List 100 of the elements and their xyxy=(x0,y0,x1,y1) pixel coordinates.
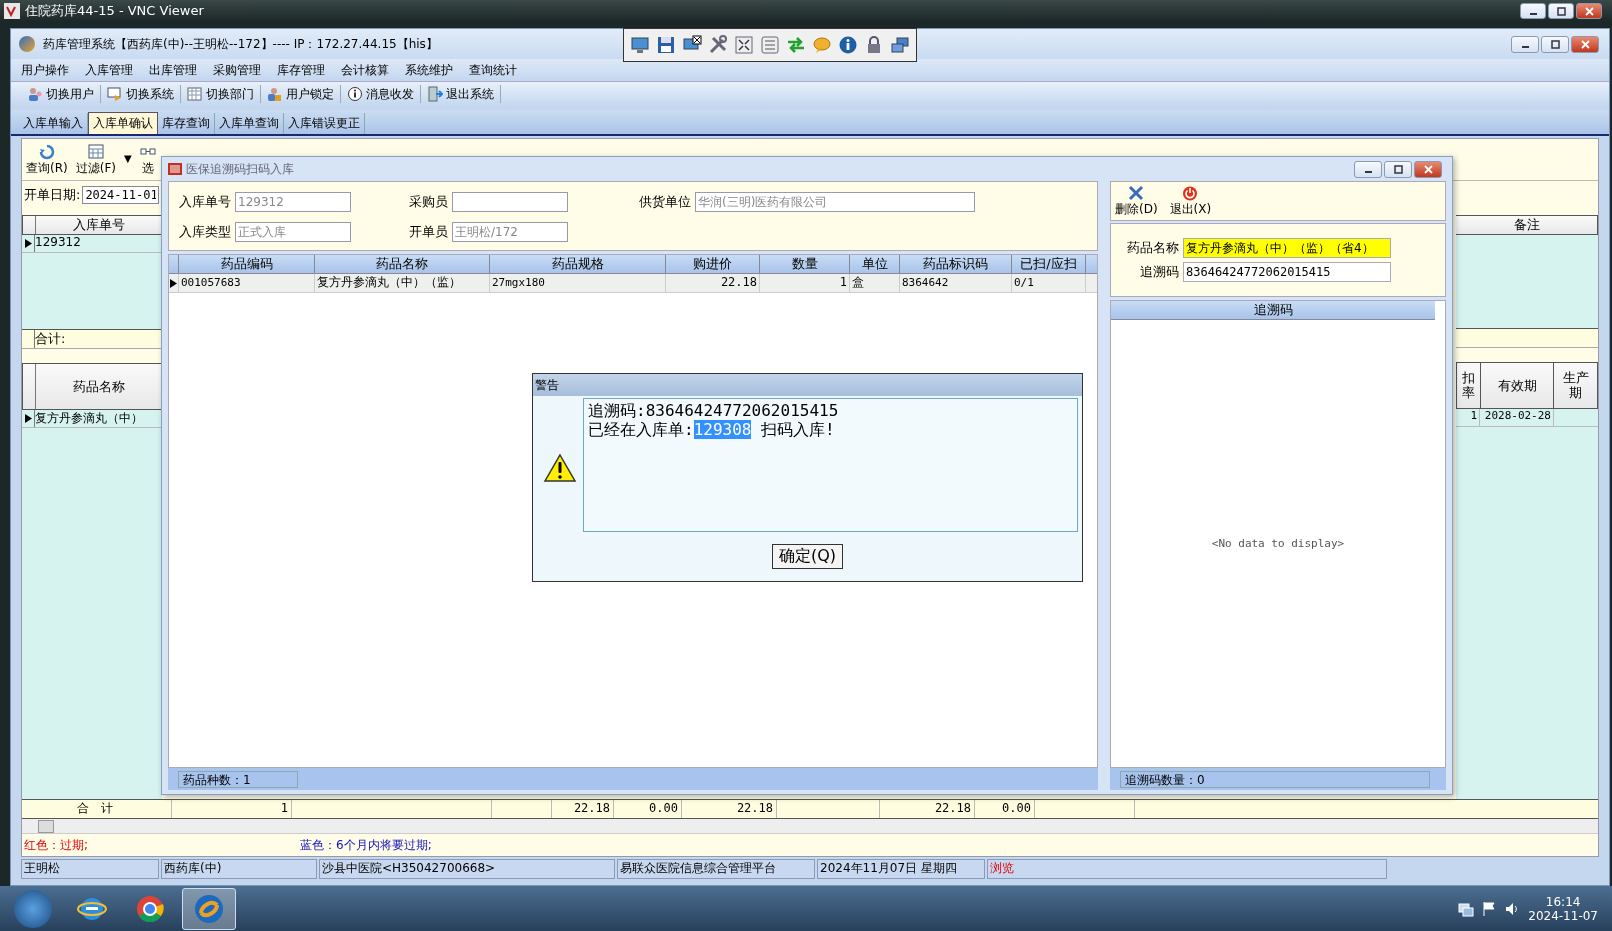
tab[interactable]: 入库错误更正 xyxy=(284,113,365,134)
total-value: 0.00 xyxy=(1002,801,1031,815)
total-label: 合 计 xyxy=(22,800,172,818)
taskbar-app[interactable] xyxy=(182,887,236,930)
info-icon xyxy=(347,86,363,102)
app-logo-icon xyxy=(4,3,20,19)
close-button[interactable] xyxy=(1576,3,1602,19)
swap-arrows-icon[interactable] xyxy=(786,35,806,55)
menu-item[interactable]: 查询统计 xyxy=(469,61,517,79)
toolbar-button[interactable]: 查询(R) xyxy=(26,144,68,177)
start-button[interactable] xyxy=(14,889,52,928)
scrollbar-thumb[interactable] xyxy=(38,819,54,833)
table-cell-text: 129312 xyxy=(35,235,81,251)
clock-date[interactable]: 2024-11-07 xyxy=(1528,908,1598,923)
menu-item[interactable]: 采购管理 xyxy=(213,61,261,79)
toolbar-button[interactable]: 切换部门 xyxy=(181,85,261,103)
tab[interactable]: 入库单确认 xyxy=(88,112,158,134)
table-cell: 001057683 xyxy=(181,276,241,289)
menu-item[interactable]: 会计核算 xyxy=(341,61,389,79)
legend-text: 蓝色：6个月内将要过期; xyxy=(300,836,432,854)
table-cell: 1 xyxy=(1456,409,1480,426)
window-arrow-icon xyxy=(107,86,123,102)
text-field[interactable]: 复方丹参滴丸（中）（监）（省4） xyxy=(1183,238,1391,258)
menu-item[interactable]: 入库管理 xyxy=(85,61,133,79)
column-header[interactable]: 扣率 xyxy=(1462,371,1476,400)
text-field[interactable]: 83646424772062015415 xyxy=(1183,262,1391,282)
dialog-title: 警告 xyxy=(533,374,1082,396)
monitor-icon[interactable] xyxy=(630,35,650,55)
grid-icon xyxy=(87,144,104,160)
table-cell: 0/1 xyxy=(1014,276,1034,289)
message-line: 已经在入库单:129308 扫码入库! xyxy=(588,420,836,439)
tab[interactable]: 入库单查询 xyxy=(215,113,284,134)
message-line: 追溯码:83646424772062015415 xyxy=(588,401,840,420)
maximize-button[interactable] xyxy=(1384,160,1412,178)
flag-icon[interactable] xyxy=(1482,900,1497,917)
column-header[interactable]: 药品标识码 xyxy=(923,256,988,271)
clock-time[interactable]: 16:14 xyxy=(1545,894,1581,909)
info-icon[interactable] xyxy=(838,35,858,55)
status-field: 易联众医院信息综合管理平台 xyxy=(617,859,815,879)
windows-icon[interactable] xyxy=(890,35,910,55)
menu-item[interactable]: 库存管理 xyxy=(277,61,325,79)
close-button[interactable] xyxy=(1571,35,1599,53)
toolbar-button[interactable]: 过滤(F) xyxy=(75,144,116,177)
field-label: 入库类型 xyxy=(179,223,231,241)
app-logo-icon xyxy=(19,36,35,52)
toolbar-button[interactable]: 切换系统 xyxy=(101,85,181,103)
chat-bubble-icon[interactable] xyxy=(812,35,832,55)
column-header[interactable]: 追溯码 xyxy=(1111,301,1435,320)
column-header[interactable]: 药品规格 xyxy=(551,256,604,271)
minimize-button[interactable] xyxy=(1511,35,1539,53)
tab[interactable]: 库存查询 xyxy=(158,113,215,134)
column-header[interactable]: 有效期 xyxy=(1497,376,1537,395)
table-cell: 27mgx180 xyxy=(492,276,545,289)
toolbar-button[interactable]: 用户锁定 xyxy=(261,85,341,103)
field-label: 追溯码 xyxy=(1139,263,1179,281)
toolbar-button[interactable]: 退出系统 xyxy=(421,85,501,103)
toolbar-button[interactable]: 消息收发 xyxy=(341,85,421,103)
total-value: 22.18 xyxy=(736,801,773,815)
maximize-button[interactable] xyxy=(1541,35,1569,53)
minimize-icon xyxy=(1364,170,1372,173)
column-header[interactable]: 数量 xyxy=(791,256,818,271)
browser-circle-icon xyxy=(135,893,165,924)
maximize-button[interactable] xyxy=(1548,3,1574,19)
maximize-icon xyxy=(1393,164,1403,174)
toolbar-button[interactable]: 删除(D) xyxy=(1115,185,1158,218)
grid-icon xyxy=(187,86,203,102)
total-value: 0.00 xyxy=(649,801,678,815)
fullscreen-icon[interactable] xyxy=(734,35,754,55)
column-header[interactable]: 单位 xyxy=(861,256,888,271)
ok-button[interactable]: 确定(Q) xyxy=(771,544,844,569)
window-title: 医保追溯码扫码入库 xyxy=(186,160,295,178)
column-header[interactable]: 生产期 xyxy=(1562,371,1589,400)
table-cell: 盒 xyxy=(852,275,864,289)
summary-field: 追溯码数量：0 xyxy=(1120,770,1430,788)
close-button[interactable] xyxy=(1414,160,1442,178)
minimize-button[interactable] xyxy=(1520,3,1546,19)
app-logo-icon xyxy=(193,892,225,925)
dropdown-button[interactable]: ▼ xyxy=(123,152,132,164)
menu-item[interactable]: 出库管理 xyxy=(149,61,197,79)
message-box[interactable]: 追溯码:83646424772062015415 已经在入库单:129308 扫码入库! xyxy=(583,398,1078,532)
column-header[interactable]: 药品名称 xyxy=(376,256,428,271)
text-field[interactable] xyxy=(452,192,568,212)
column-header[interactable]: 已扫/应扫 xyxy=(1020,256,1077,271)
column-header[interactable]: 备注 xyxy=(1456,216,1597,234)
table-cell: 复方丹参滴丸（中） xyxy=(35,410,143,427)
status-field: 西药库(中) xyxy=(161,859,317,879)
minimize-button[interactable] xyxy=(1354,160,1382,178)
toolbar-button[interactable]: 选 xyxy=(139,144,156,177)
toolbar-button[interactable]: 切换用户 xyxy=(21,85,101,103)
column-header[interactable]: 购进价 xyxy=(693,256,732,271)
menu-item[interactable]: 系统维护 xyxy=(405,61,453,79)
network-icon[interactable] xyxy=(1458,900,1475,917)
total-value: 22.18 xyxy=(573,801,610,815)
tools-icon[interactable] xyxy=(708,35,728,55)
summary-field: 药品种数：1 xyxy=(178,770,298,788)
toolbar-button[interactable]: 退出(X) xyxy=(1169,185,1212,218)
menu-item[interactable]: 用户操作 xyxy=(21,61,69,79)
column-header[interactable]: 药品编码 xyxy=(220,256,273,271)
date-field[interactable]: 2024-11-01 xyxy=(82,186,160,204)
user-lock-icon xyxy=(267,86,283,102)
